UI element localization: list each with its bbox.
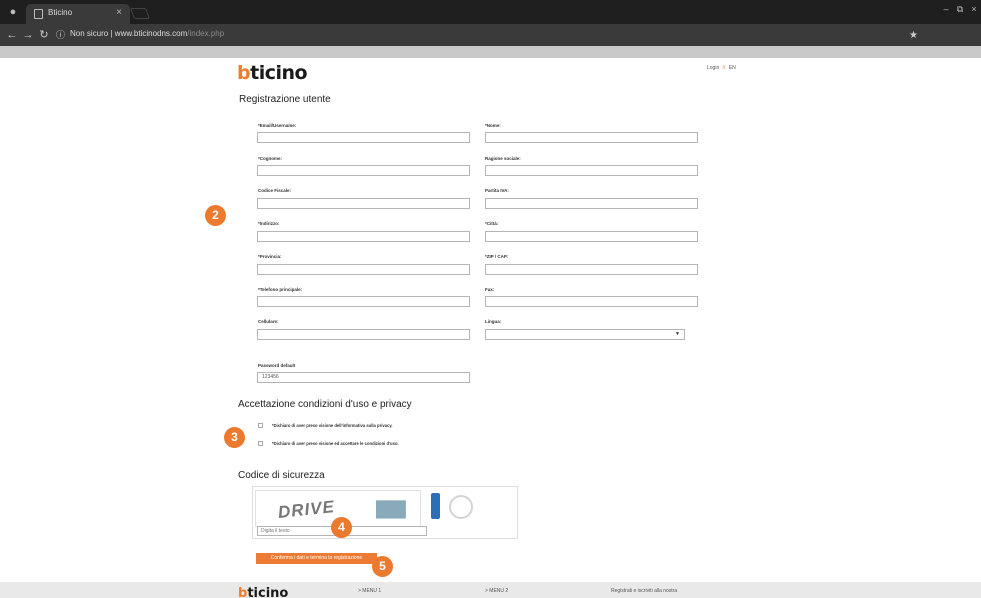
tab-title: Bticino [48,8,73,17]
browser-toolbar: ← → ↻ ⓘ Non sicuro | www.bticinodns.com/… [0,24,981,46]
cellulare-label: Cellulare: [258,319,279,324]
citta-label: *Città: [485,221,499,226]
nome-field[interactable] [485,132,698,143]
codice-fiscale-field[interactable] [257,198,470,209]
callout-badge-3: 3 [224,427,245,448]
cap-field[interactable] [485,264,698,275]
email-field[interactable] [257,132,470,143]
indirizzo-label: *Indirizzo: [258,221,280,226]
password-field[interactable]: 123456 [257,372,470,383]
browser-tab[interactable]: Bticino × [26,4,130,24]
bticino-logo[interactable]: bticino [237,62,308,84]
privacy-checkbox[interactable] [258,423,263,428]
close-window-icon[interactable]: × [967,2,981,16]
footer-promo[interactable]: Registrati e iscriviti alla nostra [611,588,677,594]
nome-label: *Nome: [485,123,501,128]
ragione-sociale-field[interactable] [485,165,698,176]
terms-checkbox[interactable] [258,441,263,446]
security-label: Non sicuro [70,29,109,38]
terms-checkbox-label: *Dichiaro di aver preso visione ed accet… [272,441,399,446]
page-footer: bticino > MENU 1 > MENU 2 Registrati e i… [0,582,981,598]
ragione-sociale-label: Ragione sociale: [485,156,521,161]
login-link[interactable]: Login [707,65,719,71]
citta-field[interactable] [485,231,698,242]
window-controls: – ⧉ × [939,2,981,16]
minimize-icon[interactable]: – [939,2,953,16]
page-favicon-icon [34,9,43,19]
captcha-audio-refresh-icon[interactable] [431,493,440,519]
address-bar[interactable]: ⓘ Non sicuro | www.bticinodns.com/index.… [56,27,926,43]
url-separator: | [110,29,113,38]
bookmark-star-icon[interactable]: ★ [909,30,918,41]
password-label: Password default [258,363,296,368]
lingua-label: Lingua: [485,319,502,324]
lingua-select[interactable]: ▼ [485,329,685,340]
restore-icon[interactable]: ⧉ [953,2,967,16]
footer-menu-2[interactable]: > MENU 2 [485,588,508,594]
new-tab-button[interactable] [129,8,151,19]
telefono-field[interactable] [257,296,470,307]
browser-tab-bar: ● Bticino × – ⧉ × [0,0,981,24]
privacy-section-title: Accettazione condizioni d'uso e privacy [238,399,412,410]
fax-field[interactable] [485,296,698,307]
url-host: www.bticinodns.com [114,29,188,38]
reload-icon[interactable]: ↻ [38,28,50,42]
indirizzo-field[interactable] [257,231,470,242]
cellulare-field[interactable] [257,329,470,340]
login-area: Login // EN [707,65,736,71]
provincia-label: *Provincia: [258,254,282,259]
url-path: /index.php [187,29,225,38]
info-icon[interactable]: ⓘ [56,28,68,42]
email-label: *Email/Username: [258,123,297,128]
callout-badge-2: 2 [205,205,226,226]
captcha-glyphs: ███ [376,501,406,518]
footer-menu-1[interactable]: > MENU 1 [358,588,381,594]
submit-registration-button[interactable]: Conferma i dati e termina la registrazio… [256,553,377,564]
telefono-label: *Telefono principale: [258,287,303,292]
privacy-checkbox-label: *Dichiaro di aver preso visione dell'inf… [272,423,393,428]
cognome-field[interactable] [257,165,470,176]
footer-logo[interactable]: bticino [238,586,288,598]
lang-en-link[interactable]: EN [729,65,736,71]
address-text: Non sicuro | www.bticinodns.com/index.ph… [70,29,224,38]
captcha-word: DRIVE [277,497,336,522]
callout-badge-4: 4 [331,517,352,538]
captcha-brand-icon [449,495,473,519]
dropdown-arrow-icon: ▼ [675,331,680,337]
security-section-title: Codice di sicurezza [238,470,325,481]
close-tab-icon[interactable]: × [116,7,122,18]
bookmarks-strip [0,46,981,58]
partita-iva-label: Partita IVA: [485,188,509,193]
provincia-field[interactable] [257,264,470,275]
codice-fiscale-label: Codice Fiscale: [258,188,292,193]
fax-label: Fax: [485,287,495,292]
page-title: Registrazione utente [239,94,331,105]
partita-iva-field[interactable] [485,198,698,209]
browser-app-icon: ● [9,6,17,18]
forward-icon[interactable]: → [22,28,34,42]
cap-label: *ZIP / CAP: [485,254,509,259]
cognome-label: *Cognome: [258,156,282,161]
callout-badge-5: 5 [372,556,393,577]
lang-separator: // [722,65,726,71]
back-icon[interactable]: ← [6,28,18,42]
